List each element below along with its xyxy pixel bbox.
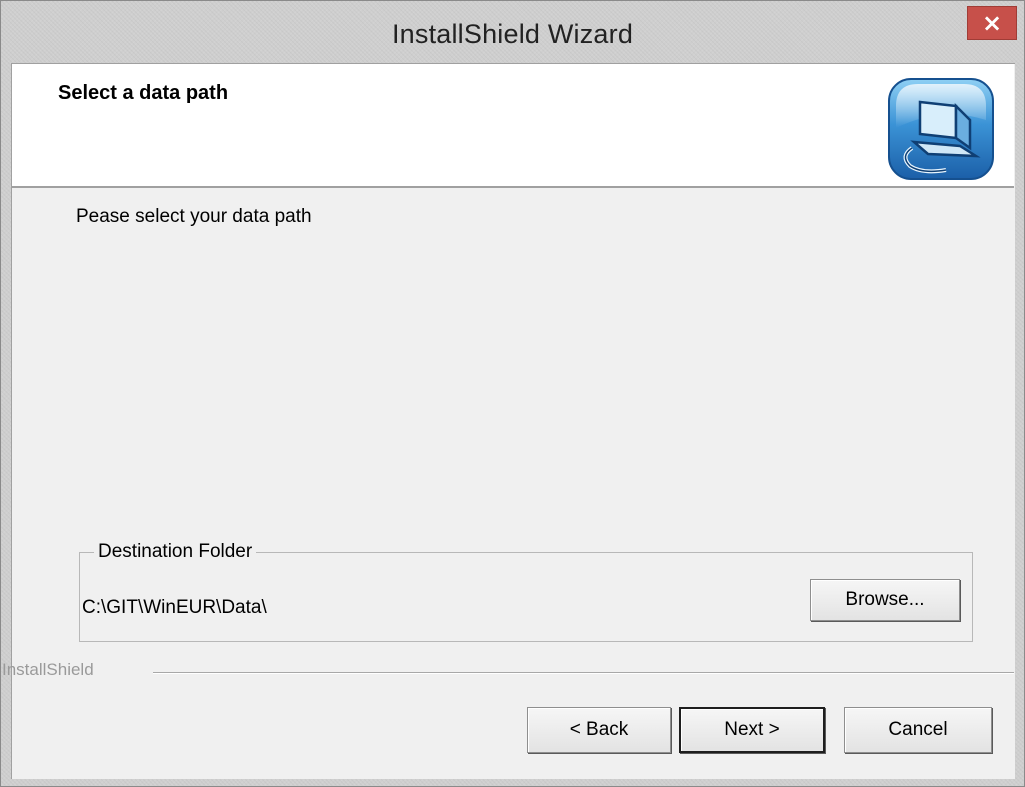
installshield-brand-label: InstallShield (2, 660, 94, 679)
destination-folder-group: Destination Folder C:\GIT\WinEUR\Data\ B… (79, 541, 973, 642)
dialog-header: Select a data path (12, 64, 1014, 188)
page-title: Select a data path (58, 82, 229, 104)
next-button[interactable]: Next > (679, 707, 825, 753)
footer-divider (153, 672, 1014, 674)
dialog-client-area: Select a data path Pease select your dat… (2, 63, 1015, 779)
installshield-brand-row: InstallShield (2, 660, 1014, 684)
instruction-text: Pease select your data path (76, 206, 312, 227)
destination-path: C:\GIT\WinEUR\Data\ (82, 597, 267, 618)
window-title: InstallShield Wizard (391, 19, 634, 49)
close-icon: × (981, 9, 1003, 37)
back-button[interactable]: < Back (527, 707, 671, 753)
installer-computer-icon (888, 78, 994, 180)
destination-folder-legend: Destination Folder (94, 541, 257, 563)
cancel-button[interactable]: Cancel (844, 707, 992, 753)
browse-button[interactable]: Browse... (810, 579, 960, 621)
close-button[interactable]: × (967, 6, 1017, 40)
installshield-window: InstallShield Wizard × Select a data pat… (0, 0, 1025, 787)
